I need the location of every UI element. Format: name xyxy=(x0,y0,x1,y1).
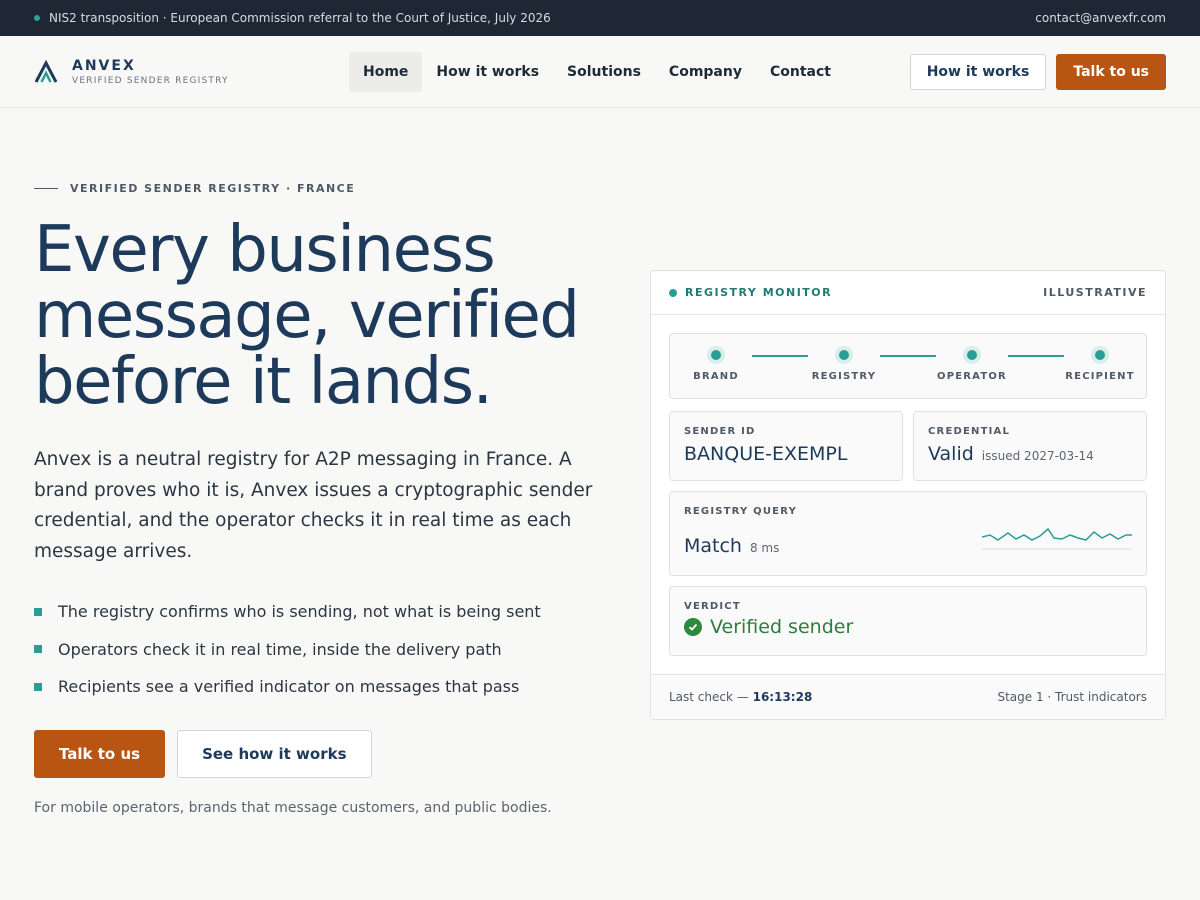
hero-copy: VERIFIED SENDER REGISTRY · FRANCE Every … xyxy=(34,182,594,816)
stage-node-icon xyxy=(835,346,853,364)
credential-label: CREDENTIAL xyxy=(928,426,1011,437)
credential-row: SENDER ID BANQUE-EXEMPL CREDENTIAL Valid… xyxy=(669,411,1147,481)
monitor-header: REGISTRY MONITOR ILLUSTRATIVE xyxy=(651,271,1165,315)
monitor-title-text: REGISTRY MONITOR xyxy=(685,286,833,299)
brand-name: ANVEX xyxy=(72,57,136,74)
bullet-square-icon xyxy=(34,645,42,654)
sender-id-text: BANQUE-EXEMPL xyxy=(684,443,848,465)
check-circle-icon xyxy=(684,618,702,636)
bullet-text: Operators check it in real time, inside … xyxy=(58,639,502,659)
stage-indicator: Stage 1 · Trust indicators xyxy=(997,690,1147,704)
sender-id-value: BANQUE-EXEMPL xyxy=(684,443,888,465)
pipeline-steps: BRAND REGISTRY OPERATOR RECIPIENT xyxy=(669,333,1147,399)
nav-how-it-works[interactable]: How it works xyxy=(422,52,553,92)
stage-label: BRAND xyxy=(693,371,739,382)
headline-line-2: message, verified xyxy=(34,279,580,353)
stage-node-icon xyxy=(1091,346,1109,364)
credential-issued: issued 2027-03-14 xyxy=(981,449,1094,463)
stage-operator: OPERATOR xyxy=(927,346,1017,382)
last-check: Last check — 16:13:28 xyxy=(669,690,812,704)
nav-home[interactable]: Home xyxy=(349,51,423,92)
hero-cta-row: Talk to us See how it works xyxy=(34,729,594,778)
hero-section: VERIFIED SENDER REGISTRY · FRANCE Every … xyxy=(0,108,1200,899)
anvex-logo-icon xyxy=(34,59,58,83)
query-label: REGISTRY QUERY xyxy=(684,506,798,517)
hero-headline: Every business message, verified before … xyxy=(34,217,594,415)
last-check-label: Last check — xyxy=(669,690,749,704)
eyebrow-text: VERIFIED SENDER REGISTRY · FRANCE xyxy=(70,182,356,195)
verdict-panel: VERDICT Verified sender xyxy=(669,586,1147,656)
verdict-value: Verified sender xyxy=(684,616,1132,638)
hero-eyebrow: VERIFIED SENDER REGISTRY · FRANCE xyxy=(34,182,594,195)
brand-tagline: VERIFIED SENDER REGISTRY xyxy=(72,75,229,86)
bullet-text: Recipients see a verified indicator on m… xyxy=(58,677,520,697)
stage-label: OPERATOR xyxy=(937,371,1007,382)
hero-lede: Anvex is a neutral registry for A2P mess… xyxy=(34,449,593,562)
illustrative-tag: ILLUSTRATIVE xyxy=(1043,286,1147,299)
live-dot-icon xyxy=(669,288,677,297)
talk-to-us-button[interactable]: Talk to us xyxy=(34,729,166,778)
registry-monitor-card: REGISTRY MONITOR ILLUSTRATIVE BRAND REGI… xyxy=(650,270,1166,720)
monitor-footer: Last check — 16:13:28 Stage 1 · Trust in… xyxy=(651,674,1165,719)
nav-company[interactable]: Company xyxy=(655,52,756,92)
verdict-text: Verified sender xyxy=(710,616,854,638)
announcement-text: NIS2 transposition · European Commission… xyxy=(49,11,551,25)
bullet-item: Recipients see a verified indicator on m… xyxy=(34,668,594,706)
see-how-it-works-button[interactable]: See how it works xyxy=(177,729,372,778)
bullet-square-icon xyxy=(34,682,42,691)
status-dot-icon xyxy=(34,15,40,21)
nav-solutions[interactable]: Solutions xyxy=(553,52,655,92)
bullet-text: The registry confirms who is sending, no… xyxy=(58,602,541,622)
monitor-body: BRAND REGISTRY OPERATOR RECIPIENT SENDER xyxy=(651,315,1165,674)
headline-line-3: before it lands. xyxy=(34,345,493,419)
bullet-square-icon xyxy=(34,607,42,616)
stage-label: RECIPIENT xyxy=(1065,371,1135,382)
brand-logo[interactable]: ANVEX VERIFIED SENDER REGISTRY xyxy=(34,58,349,86)
hero-footnote: For mobile operators, brands that messag… xyxy=(34,799,552,816)
bullet-item: The registry confirms who is sending, no… xyxy=(34,593,594,631)
contact-email-link[interactable]: contact@anvexfr.com xyxy=(1035,11,1166,25)
header-how-it-works-button[interactable]: How it works xyxy=(909,53,1047,90)
credential-value: Valid issued 2027-03-14 xyxy=(928,443,1132,465)
header-actions: How it works Talk to us xyxy=(909,53,1166,90)
site-header: ANVEX VERIFIED SENDER REGISTRY Home How … xyxy=(0,36,1200,108)
stage-node-icon xyxy=(707,346,725,364)
latency-sparkline xyxy=(982,527,1132,550)
registry-query-panel: REGISTRY QUERY Match 8 ms xyxy=(669,491,1147,576)
stage-registry: REGISTRY xyxy=(799,346,889,382)
last-check-time: 16:13:28 xyxy=(752,690,813,704)
monitor-title: REGISTRY MONITOR xyxy=(669,286,832,299)
credential-panel: CREDENTIAL Valid issued 2027-03-14 xyxy=(913,411,1147,481)
hero-bullets: The registry confirms who is sending, no… xyxy=(34,593,594,706)
headline-line-1: Every business xyxy=(34,213,496,287)
main-nav: Home How it works Solutions Company Cont… xyxy=(349,51,845,92)
stage-label: REGISTRY xyxy=(811,371,877,382)
verdict-label: VERDICT xyxy=(684,601,741,612)
bullet-item: Operators check it in real time, inside … xyxy=(34,631,594,669)
sender-id-label: SENDER ID xyxy=(684,426,756,437)
sender-id-panel: SENDER ID BANQUE-EXEMPL xyxy=(669,411,903,481)
stage-recipient: RECIPIENT xyxy=(1055,346,1145,382)
nav-contact[interactable]: Contact xyxy=(756,52,845,92)
announcement: NIS2 transposition · European Commission… xyxy=(34,11,551,25)
credential-status: Valid xyxy=(928,443,974,465)
announcement-bar: NIS2 transposition · European Commission… xyxy=(0,0,1200,36)
header-talk-to-us-button[interactable]: Talk to us xyxy=(1056,53,1166,90)
stage-brand: BRAND xyxy=(671,346,761,382)
eyebrow-rule xyxy=(34,188,58,189)
stage-node-icon xyxy=(963,346,981,364)
query-latency: 8 ms xyxy=(749,541,780,555)
query-result: Match xyxy=(684,535,742,557)
